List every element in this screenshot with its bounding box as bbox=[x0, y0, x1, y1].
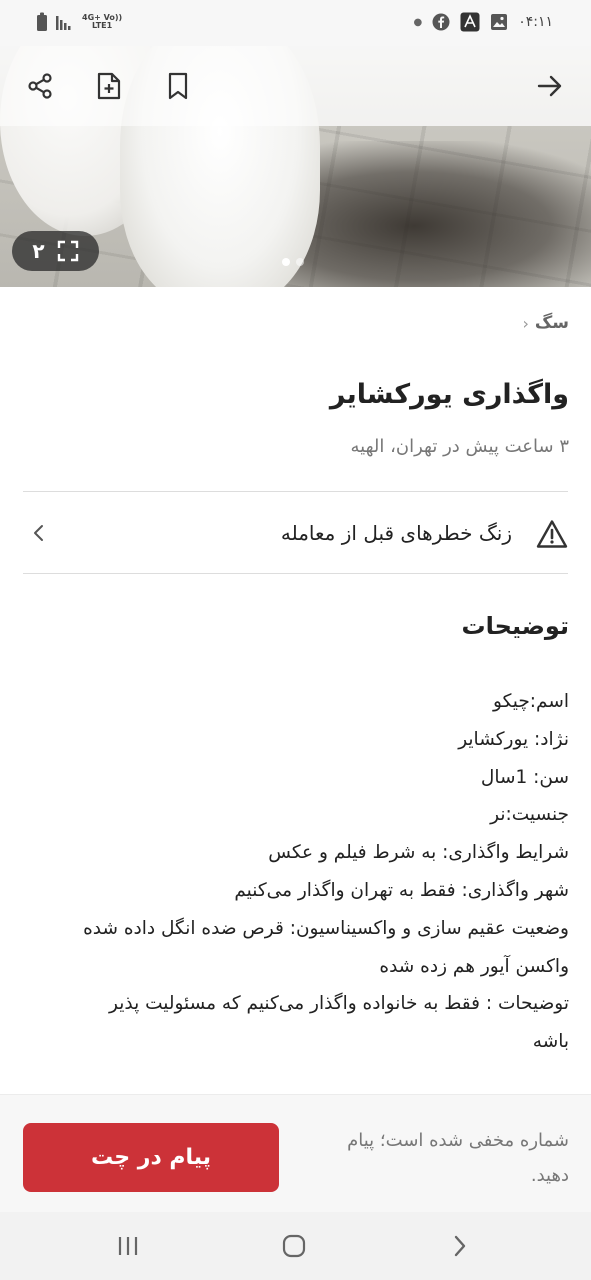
arrow-right-icon bbox=[537, 75, 562, 97]
chat-message-button[interactable]: پیام در چت bbox=[23, 1123, 279, 1192]
chevron-left-icon: ‹ bbox=[522, 313, 529, 333]
home-icon bbox=[282, 1234, 306, 1258]
system-navigation-bar bbox=[0, 1212, 591, 1280]
bookmark-button[interactable] bbox=[158, 66, 198, 106]
warning-icon bbox=[536, 520, 568, 548]
breadcrumb[interactable]: ‹ سگ bbox=[522, 313, 569, 333]
network-bottom-text: LTE1 bbox=[91, 21, 113, 30]
gallery-notification-icon bbox=[491, 14, 508, 30]
notification-dot-icon: ● bbox=[413, 16, 423, 28]
description-line: واکسن آیور هم زده شده bbox=[379, 955, 569, 977]
bookmark-icon bbox=[168, 72, 188, 100]
breadcrumb-category[interactable]: سگ bbox=[535, 313, 569, 333]
gallery-pagination bbox=[282, 258, 304, 266]
nav-back-button[interactable] bbox=[440, 1230, 480, 1262]
description-heading: توضیحات bbox=[461, 612, 569, 640]
add-note-icon bbox=[97, 72, 121, 100]
battery-icon bbox=[37, 12, 47, 31]
hidden-number-note: شماره مخفی شده است؛ پیام دهید. bbox=[347, 1130, 569, 1186]
status-right: ● ۰۴:۱۱ bbox=[413, 12, 553, 32]
share-button[interactable] bbox=[20, 66, 60, 106]
description-line: شهر واگذاری: فقط به تهران واگذار می‌کنیم bbox=[234, 879, 569, 901]
status-left: 4G+ Vo)) LTE1 bbox=[36, 12, 122, 32]
app-notification-icon bbox=[460, 12, 480, 32]
description-line: جنسیت:نر bbox=[490, 804, 569, 826]
network-indicator: 4G+ Vo)) LTE1 bbox=[82, 14, 122, 30]
image-count: ۲ bbox=[32, 239, 45, 263]
description-line: شرایط واگذاری: به شرط فیلم و عکس bbox=[268, 842, 569, 864]
description-line: نژاد: یورکشایر bbox=[458, 728, 569, 750]
safety-warning-row[interactable]: زنگ خطرهای قبل از معامله bbox=[23, 493, 568, 575]
safety-warning-label: زنگ خطرهای قبل از معامله bbox=[280, 521, 512, 545]
chevron-right-icon bbox=[454, 1235, 466, 1257]
fullscreen-icon bbox=[57, 240, 78, 262]
listing-title: واگذاری یورکشایر bbox=[329, 379, 569, 410]
recent-apps-icon bbox=[118, 1237, 138, 1255]
description-body: اسم:چیکو نژاد: یورکشایر سن: 1سال جنسیت:ن… bbox=[19, 683, 569, 1061]
signal-icon bbox=[56, 16, 71, 30]
back-button[interactable] bbox=[530, 66, 570, 106]
pagination-dot bbox=[296, 258, 304, 266]
home-button[interactable] bbox=[274, 1230, 314, 1262]
description-line: اسم:چیکو bbox=[493, 691, 569, 712]
description-line: باشه bbox=[532, 1031, 569, 1053]
divider bbox=[23, 573, 568, 574]
facebook-icon bbox=[432, 13, 450, 31]
add-note-button[interactable] bbox=[89, 66, 129, 106]
status-bar: 4G+ Vo)) LTE1 ● ۰۴:۱۱ bbox=[0, 0, 591, 46]
image-counter-button[interactable]: ۲ bbox=[12, 231, 99, 271]
clock: ۰۴:۱۱ bbox=[518, 14, 553, 30]
description-line: وضعیت عقیم سازی و واکسیناسیون: قرص ضده ا… bbox=[83, 917, 569, 939]
share-icon bbox=[28, 73, 52, 99]
description-line: توضیحات : فقط به خانواده واگذار می‌کنیم … bbox=[109, 993, 569, 1015]
divider bbox=[23, 491, 568, 492]
contact-action-bar: پیام در چت شماره مخفی شده است؛ پیام دهید… bbox=[0, 1094, 591, 1212]
recent-apps-button[interactable] bbox=[108, 1230, 148, 1262]
chevron-left-icon bbox=[34, 525, 43, 541]
listing-image-gallery[interactable]: ۲ bbox=[0, 46, 591, 287]
listing-meta: ۳ ساعت پیش در تهران، الهیه bbox=[350, 436, 570, 457]
pagination-dot bbox=[282, 258, 290, 266]
description-line: سن: 1سال bbox=[480, 766, 569, 788]
